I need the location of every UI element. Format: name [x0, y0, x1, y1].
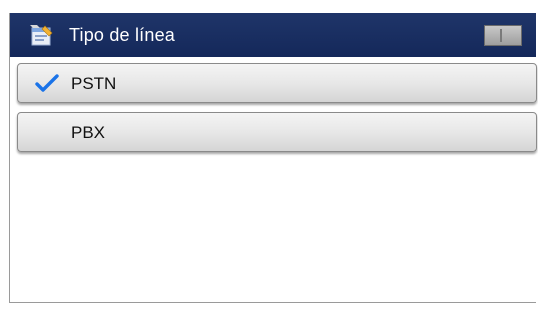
option-label: PSTN	[71, 74, 117, 93]
header-bar: Tipo de línea	[10, 13, 536, 57]
checkmark-icon	[35, 73, 59, 93]
status-indicator	[484, 25, 522, 46]
option-pstn[interactable]: PSTN	[17, 63, 537, 103]
line-type-screen: Tipo de línea PSTN PBX	[9, 13, 537, 303]
option-label: PBX	[71, 123, 106, 142]
settings-document-icon	[28, 22, 54, 48]
option-pbx[interactable]: PBX	[17, 112, 537, 152]
page-title: Tipo de línea	[69, 25, 176, 45]
